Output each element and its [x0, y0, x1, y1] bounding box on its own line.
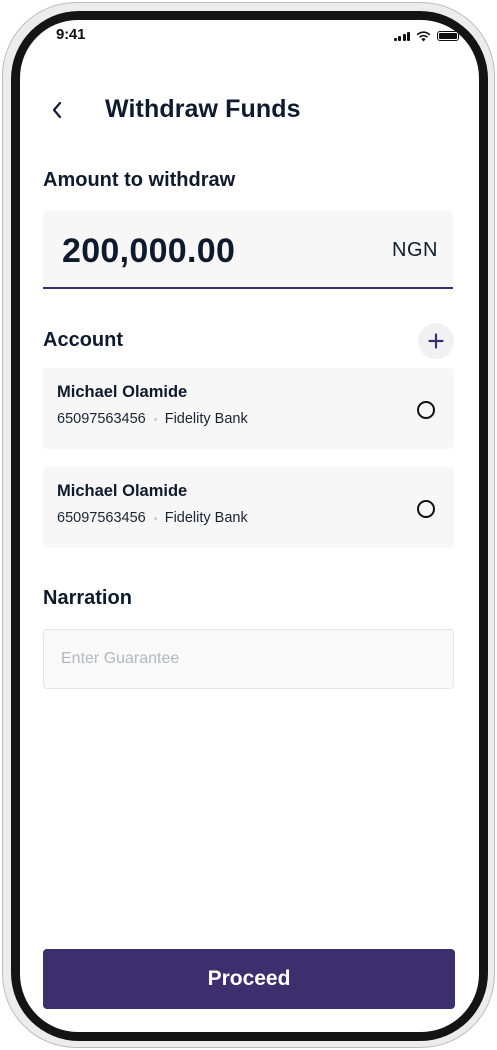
signal-icon: [393, 31, 410, 41]
back-button[interactable]: [44, 97, 70, 123]
amount-label: Amount to withdraw: [43, 169, 236, 191]
account-radio[interactable]: [417, 401, 435, 419]
wifi-icon: [416, 30, 431, 41]
chevron-left-icon: [52, 101, 62, 119]
narration-input[interactable]: [43, 629, 454, 689]
account-radio[interactable]: [417, 500, 435, 518]
account-details: 65097563456 Fidelity Bank: [57, 411, 248, 427]
account-number: 65097563456: [57, 510, 146, 526]
proceed-button[interactable]: Proceed: [43, 949, 455, 1009]
battery-icon: [437, 31, 459, 41]
device-bezel: 9:41 Withdraw Funds Amount to withdraw 2…: [11, 11, 488, 1041]
account-number: 65097563456: [57, 411, 146, 427]
status-indicators: [393, 30, 459, 42]
bank-name: Fidelity Bank: [164, 411, 248, 427]
amount-input[interactable]: 200,000.00 NGN: [43, 211, 453, 289]
app-screen: 9:41 Withdraw Funds Amount to withdraw 2…: [20, 20, 479, 1032]
account-label: Account: [43, 329, 123, 351]
account-card[interactable]: Michael Olamide 65097563456 Fidelity Ban…: [43, 368, 454, 449]
bank-name: Fidelity Bank: [164, 510, 248, 526]
device-frame: 9:41 Withdraw Funds Amount to withdraw 2…: [2, 2, 495, 1048]
account-holder-name: Michael Olamide: [57, 482, 188, 500]
add-account-button[interactable]: [418, 323, 454, 359]
separator-dot: [153, 417, 157, 421]
currency-code: NGN: [392, 239, 438, 261]
status-time: 9:41: [56, 26, 86, 43]
narration-label: Narration: [43, 587, 132, 609]
account-details: 65097563456 Fidelity Bank: [57, 510, 248, 526]
separator-dot: [153, 516, 157, 520]
page-title: Withdraw Funds: [105, 95, 301, 123]
amount-value: 200,000.00: [62, 232, 236, 270]
account-holder-name: Michael Olamide: [57, 383, 188, 401]
plus-icon: [428, 333, 444, 349]
account-card[interactable]: Michael Olamide 65097563456 Fidelity Ban…: [43, 467, 454, 548]
